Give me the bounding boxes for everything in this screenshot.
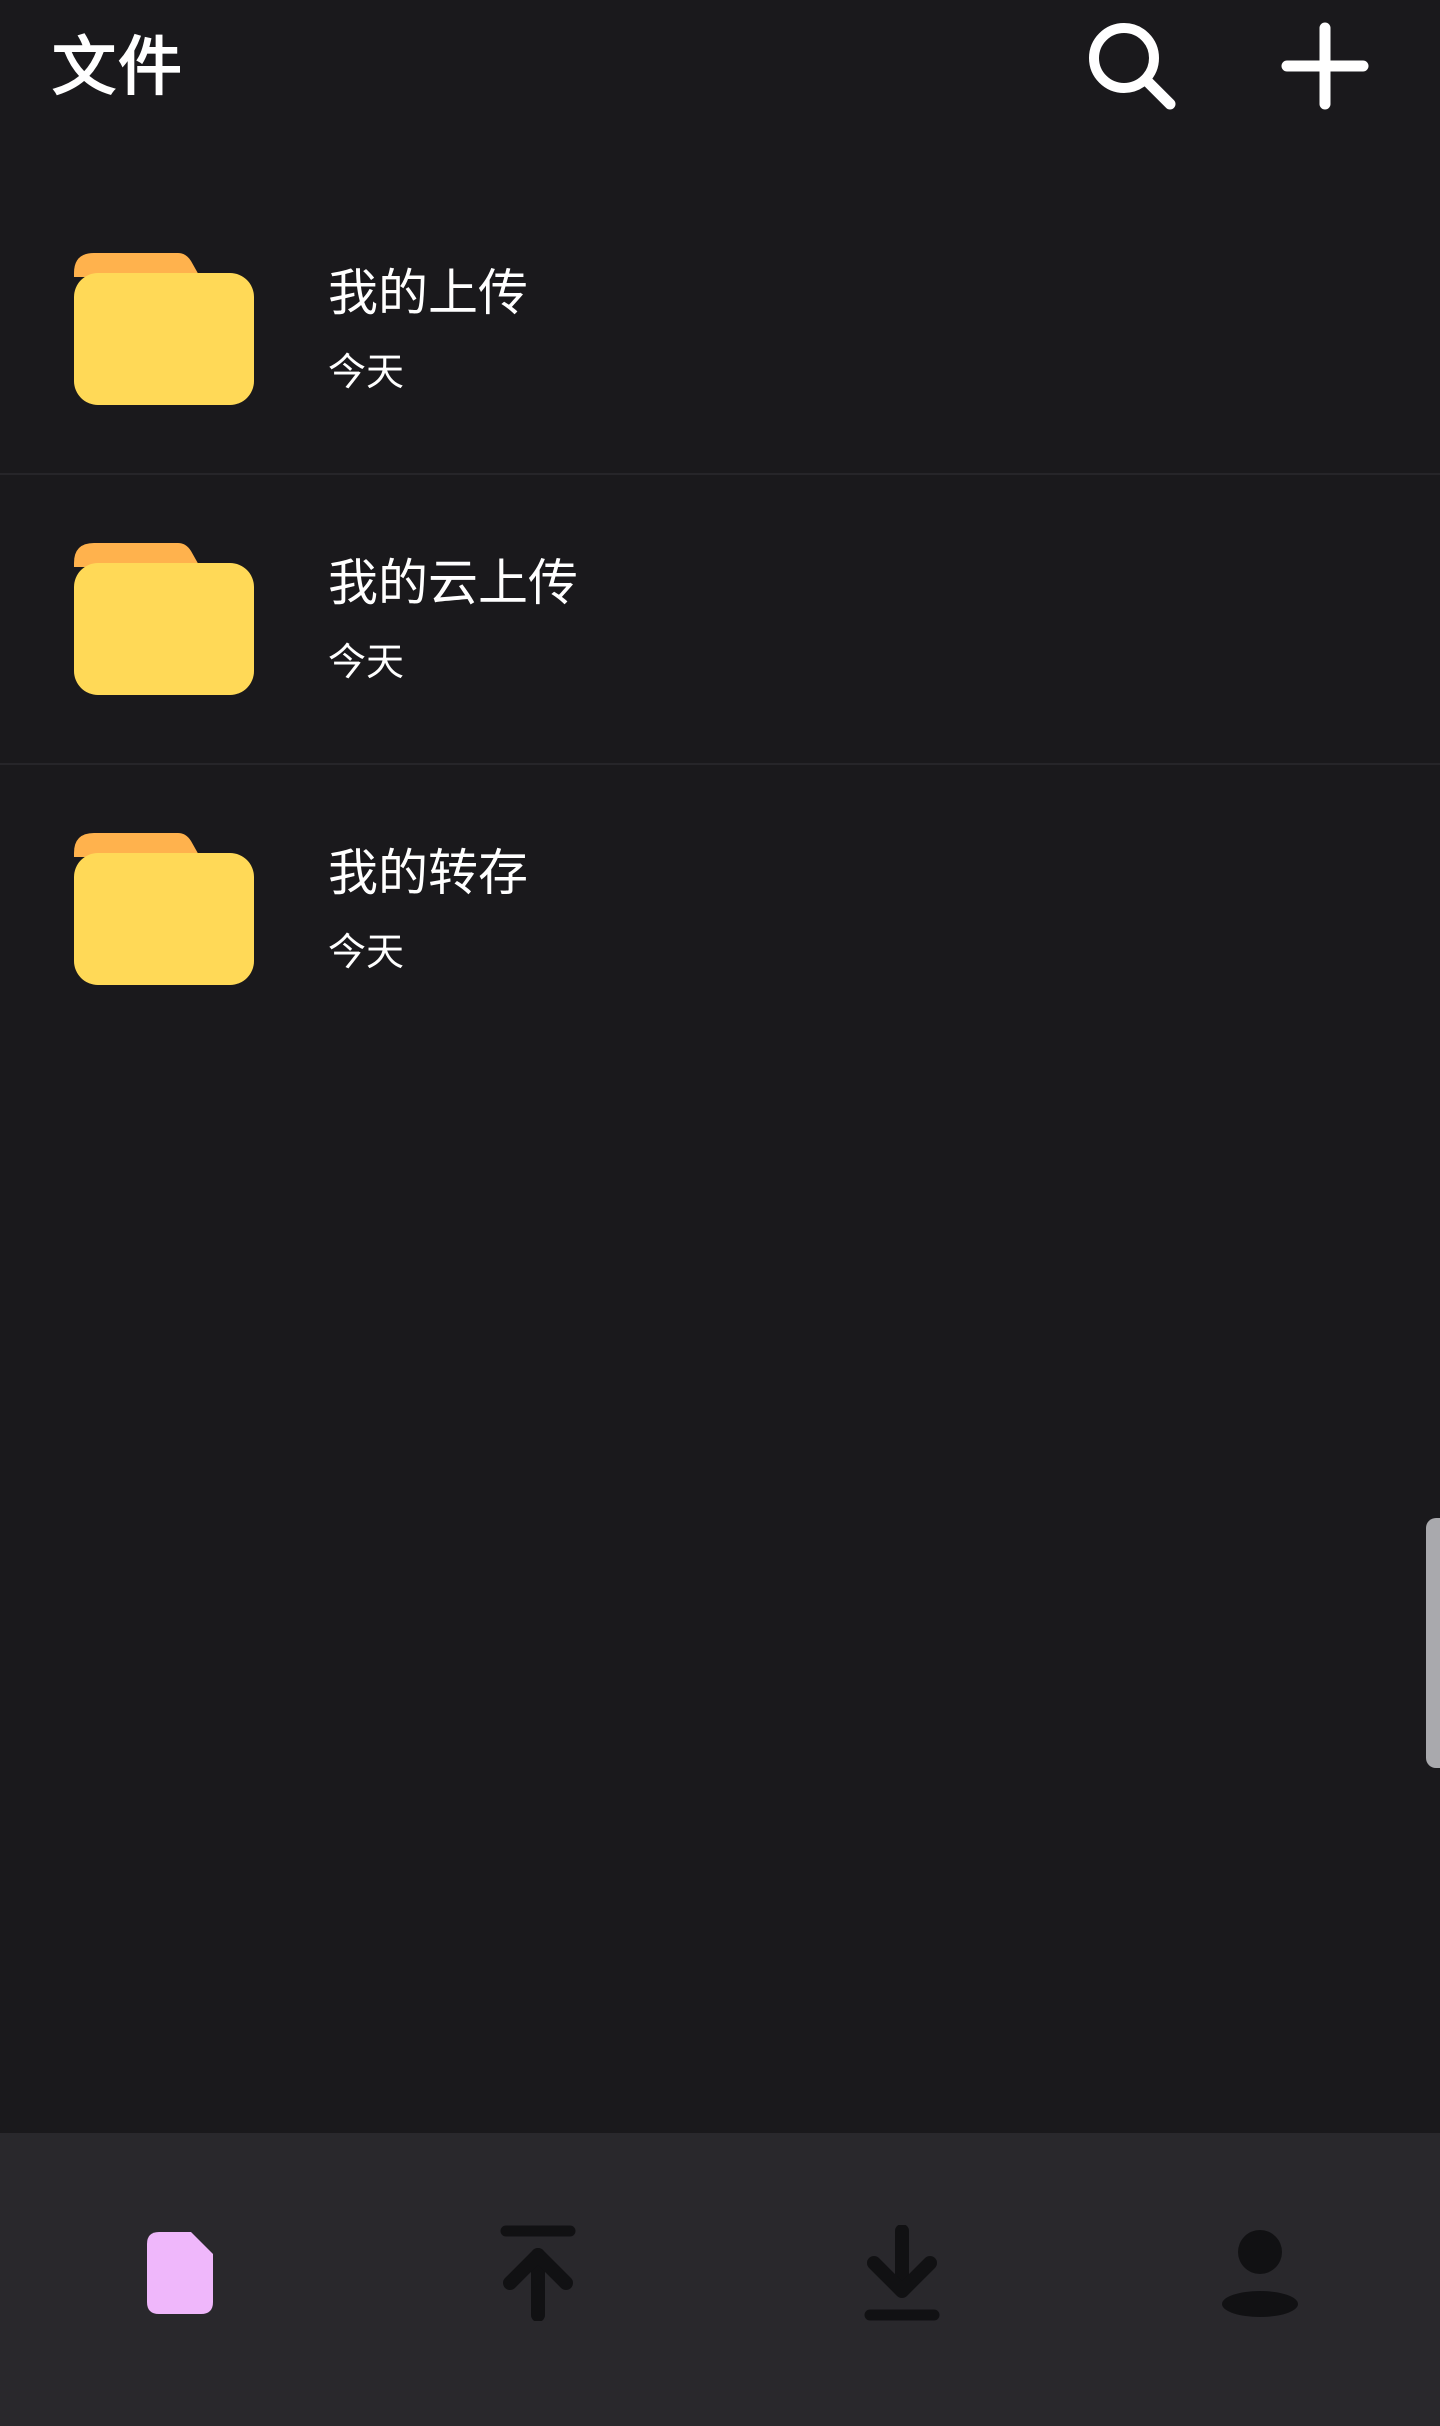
plus-icon	[1281, 22, 1369, 110]
upload-icon	[500, 2225, 576, 2321]
download-icon	[864, 2225, 940, 2321]
file-list-item[interactable]: 我的上传 今天	[0, 185, 1440, 475]
file-date: 今天	[328, 930, 405, 974]
folder-icon	[74, 543, 254, 695]
file-list: 我的上传 今天 我的云上传 今天 我的转存 今天	[0, 185, 1440, 1053]
page-title: 文件	[52, 31, 184, 105]
bottom-nav	[0, 2133, 1440, 2426]
search-button[interactable]	[1080, 14, 1184, 118]
nav-tab-files[interactable]	[110, 2203, 250, 2343]
file-date: 今天	[328, 350, 405, 394]
folder-icon	[74, 833, 254, 985]
file-list-item[interactable]: 我的云上传 今天	[0, 475, 1440, 765]
search-icon	[1089, 23, 1176, 110]
file-name: 我的上传	[328, 264, 528, 322]
add-button[interactable]	[1273, 14, 1377, 118]
scrollbar[interactable]	[1426, 1518, 1440, 1768]
user-icon	[1222, 2230, 1298, 2317]
nav-tab-profile[interactable]	[1190, 2203, 1330, 2343]
nav-tab-upload[interactable]	[468, 2203, 608, 2343]
file-name: 我的云上传	[328, 554, 578, 612]
file-list-item[interactable]: 我的转存 今天	[0, 765, 1440, 1053]
file-date: 今天	[328, 640, 405, 684]
file-icon	[147, 2232, 213, 2314]
folder-icon	[74, 253, 254, 405]
file-name: 我的转存	[328, 844, 528, 902]
app-header: 文件	[0, 0, 1440, 140]
nav-tab-download[interactable]	[832, 2203, 972, 2343]
